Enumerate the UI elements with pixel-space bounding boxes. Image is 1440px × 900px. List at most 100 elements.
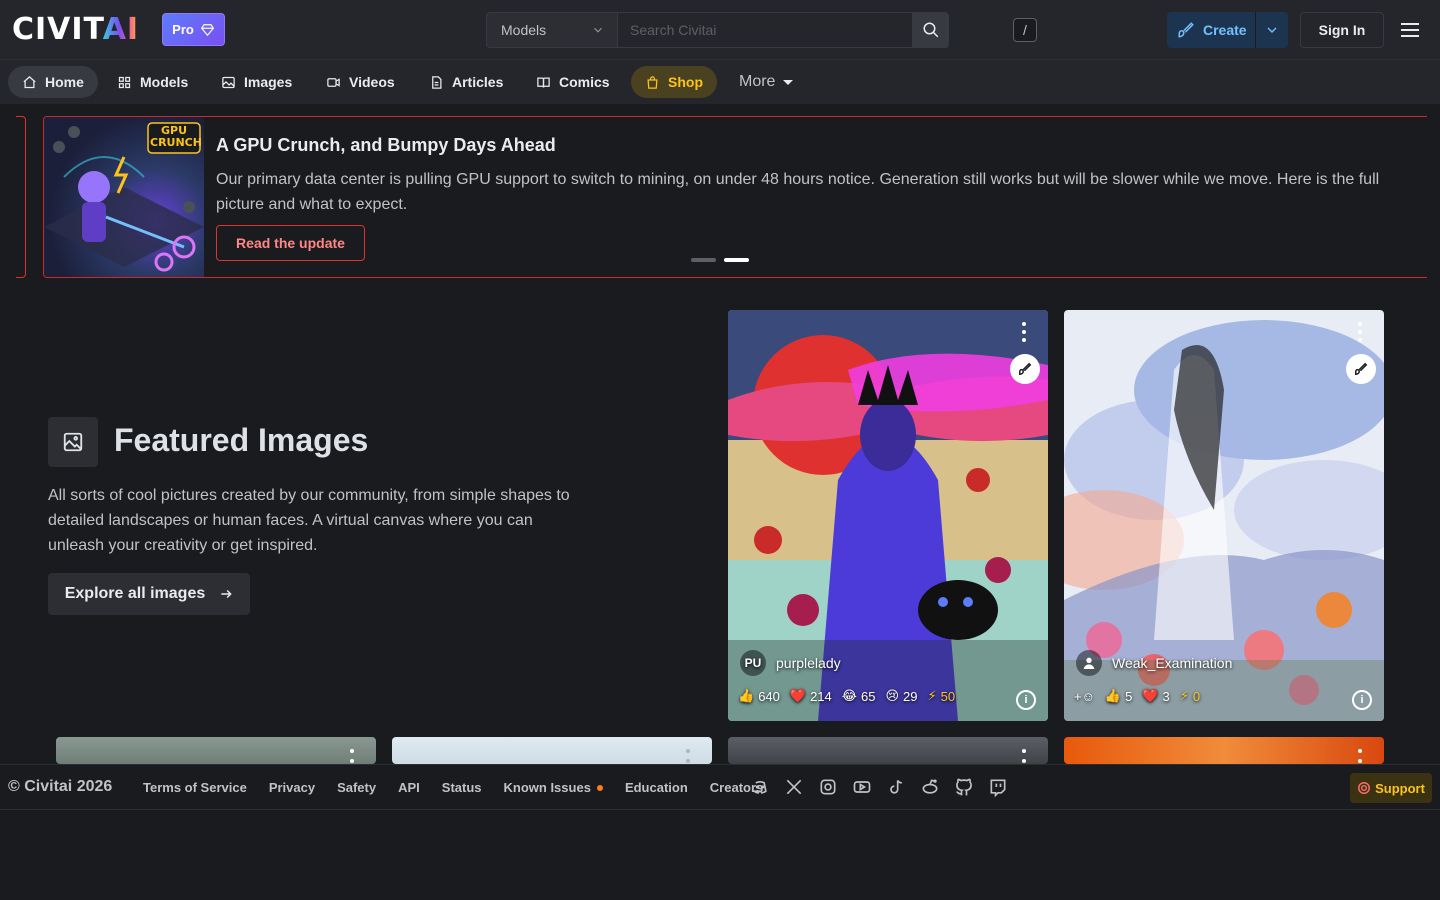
image-card[interactable] [1064, 737, 1384, 764]
heart-icon: ❤️ [1142, 688, 1159, 703]
nav-item-videos[interactable]: Videos [312, 66, 409, 98]
banner-image: GPU CRUNCH [44, 117, 204, 277]
card-menu-button[interactable] [1016, 322, 1032, 342]
search-button[interactable] [913, 12, 949, 48]
discord-icon[interactable] [750, 777, 770, 797]
like-reaction[interactable]: 👍 5 [1105, 688, 1132, 704]
arrow-right-icon [221, 589, 232, 599]
footer-link-privacy[interactable]: Privacy [269, 780, 315, 795]
chevron-down-icon [1267, 27, 1277, 33]
featured-images-title: Featured Images [114, 422, 369, 458]
x-icon[interactable] [784, 777, 804, 797]
image-card[interactable] [728, 737, 1048, 764]
buzz-count: 50 [940, 688, 956, 704]
buzz-tip[interactable]: ⚡ 50 [927, 688, 955, 704]
search-category-select[interactable]: Models [486, 12, 617, 48]
card-user[interactable]: PU purplelady [740, 650, 841, 676]
github-icon[interactable] [954, 777, 974, 797]
tiktok-icon[interactable] [886, 777, 906, 797]
civitai-logo[interactable]: CIVITAI [12, 15, 139, 45]
info-icon[interactable]: i [1352, 690, 1372, 710]
book-icon [537, 77, 550, 88]
footer-links: Terms of Service Privacy Safety API Stat… [143, 780, 763, 795]
banner-previous-slide[interactable] [16, 116, 26, 278]
laugh-count: 65 [860, 688, 876, 704]
nav-item-comics[interactable]: Comics [522, 66, 624, 98]
support-label: Support [1375, 780, 1425, 796]
support-button[interactable]: Support [1350, 773, 1432, 803]
buzz-tip[interactable]: ⚡ 0 [1180, 688, 1200, 704]
carousel-dot[interactable] [691, 258, 716, 262]
footer: © Civitai 2026 Terms of Service Privacy … [0, 764, 1440, 810]
menu-icon[interactable] [1398, 18, 1422, 42]
image-card[interactable]: Weak_Examination +☺ 👍 5 ❤️ 3 ⚡ 0 i [1064, 310, 1384, 721]
reddit-icon[interactable] [920, 777, 940, 797]
card-reactions: +☺ 👍 5 ❤️ 3 ⚡ 0 [1074, 688, 1200, 704]
carousel-indicators [691, 258, 749, 262]
lightning-icon: ⚡ [927, 688, 937, 703]
nav-item-more[interactable]: More [725, 66, 807, 98]
card-user[interactable]: Weak_Examination [1076, 650, 1232, 676]
heart-count: 214 [810, 688, 832, 704]
image-card[interactable] [392, 737, 712, 764]
nav-item-images[interactable]: Images [207, 66, 306, 98]
card-menu-button[interactable] [1352, 749, 1368, 763]
brush-icon [1019, 362, 1032, 375]
cry-icon: 😢 [885, 688, 900, 703]
nav-label: Comics [559, 74, 610, 90]
twitch-icon[interactable] [988, 777, 1008, 797]
image-card[interactable] [56, 737, 376, 764]
social-links [750, 777, 1008, 797]
heart-reaction[interactable]: ❤️ 214 [790, 688, 832, 704]
explore-all-images-button[interactable]: Explore all images [48, 573, 250, 615]
nav-item-models[interactable]: Models [103, 66, 202, 98]
read-update-button[interactable]: Read the update [216, 225, 365, 261]
video-icon [327, 77, 340, 87]
footer-link-safety[interactable]: Safety [337, 780, 376, 795]
avatar: PU [740, 650, 766, 676]
footer-link-api[interactable]: API [398, 780, 420, 795]
carousel-dot-active[interactable] [724, 258, 749, 262]
image-card[interactable]: PU purplelady 👍 640 ❤️ 214 😂 65 😢 29 ⚡ 50 i [728, 310, 1048, 721]
banner-text: Our primary data center is pulling GPU s… [216, 171, 1380, 213]
brush-icon [1355, 362, 1368, 375]
nav-label: Videos [349, 74, 395, 90]
create-button[interactable]: Create [1167, 12, 1288, 48]
nav-item-shop[interactable]: Shop [631, 66, 717, 98]
footer-link-terms[interactable]: Terms of Service [143, 780, 247, 795]
footer-link-known-issues[interactable]: Known Issues [504, 780, 603, 795]
photo-icon [63, 432, 83, 452]
cry-reaction[interactable]: 😢 29 [885, 688, 917, 704]
footer-link-education[interactable]: Education [625, 780, 688, 795]
search-shortcut-key: / [1013, 18, 1037, 42]
footer-link-status[interactable]: Status [442, 780, 482, 795]
card-menu-button[interactable] [680, 749, 696, 763]
nav-item-home[interactable]: Home [8, 66, 98, 98]
remix-button[interactable] [1010, 354, 1040, 384]
brush-icon [1178, 22, 1194, 38]
add-reaction-button[interactable]: +☺ [1074, 689, 1095, 704]
heart-reaction[interactable]: ❤️ 3 [1142, 688, 1169, 704]
file-icon [432, 75, 442, 89]
cry-count: 29 [903, 688, 918, 704]
card-menu-button[interactable] [1016, 749, 1032, 763]
card-menu-button[interactable] [344, 749, 360, 763]
youtube-icon[interactable] [852, 777, 872, 797]
sign-in-button[interactable]: Sign In [1300, 12, 1384, 48]
search-input[interactable] [617, 12, 913, 48]
create-menu-toggle[interactable] [1256, 22, 1288, 38]
create-label: Create [1203, 22, 1247, 38]
nav-item-articles[interactable]: Articles [415, 66, 517, 98]
pro-button[interactable]: Pro [162, 13, 225, 46]
instagram-icon[interactable] [818, 777, 838, 797]
user-avatar-icon [1083, 657, 1095, 669]
avatar [1076, 650, 1102, 676]
laugh-reaction[interactable]: 😂 65 [842, 688, 876, 704]
card-menu-button[interactable] [1352, 322, 1368, 342]
remix-button[interactable] [1346, 354, 1376, 384]
info-icon[interactable]: i [1016, 690, 1036, 710]
header: CIVITAI Pro Models / Create Sign In [0, 0, 1440, 60]
heart-count: 3 [1162, 688, 1170, 704]
heart-icon: ❤️ [789, 688, 807, 703]
like-reaction[interactable]: 👍 640 [738, 688, 780, 704]
